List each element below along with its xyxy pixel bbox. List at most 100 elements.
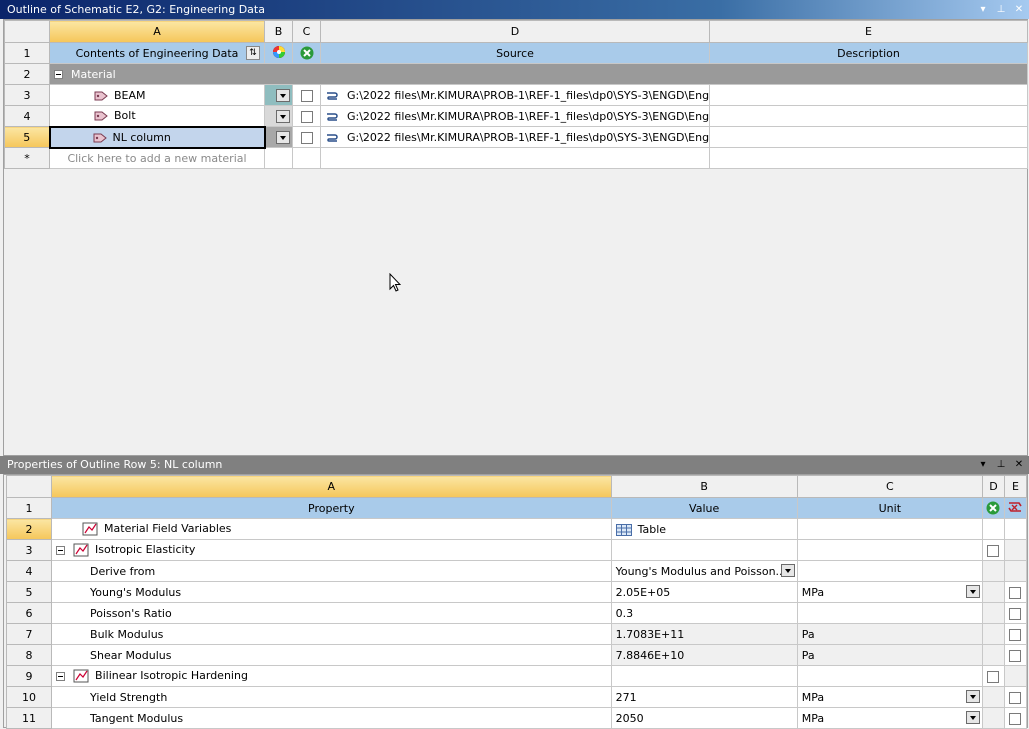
- parameter-checkbox-cell[interactable]: [1003, 686, 1028, 708]
- column-header-a[interactable]: A: [51, 475, 612, 498]
- property-isotropic-elasticity[interactable]: Isotropic Elasticity: [51, 539, 612, 561]
- tangent-modulus-unit-select[interactable]: MPa: [796, 707, 983, 729]
- row-number[interactable]: 3: [5, 539, 53, 561]
- parameter-checkbox[interactable]: [1009, 586, 1022, 599]
- column-header-e[interactable]: E: [1003, 475, 1028, 498]
- parameter-checkbox[interactable]: [1009, 607, 1022, 620]
- suppress-checkbox[interactable]: [300, 131, 313, 144]
- column-header-d[interactable]: D: [320, 20, 710, 43]
- pin-icon[interactable]: ⊥: [995, 456, 1007, 474]
- color-dropdown[interactable]: [264, 126, 293, 148]
- property-yield-strength: Yield Strength: [51, 686, 612, 708]
- value-cell: [610, 665, 798, 687]
- row-number[interactable]: 2: [4, 63, 50, 85]
- suppress-checkbox-cell[interactable]: [981, 665, 1005, 687]
- parameter-checkbox[interactable]: [1009, 649, 1022, 662]
- row-number[interactable]: 10: [5, 686, 53, 708]
- material-row-bolt[interactable]: Bolt: [49, 105, 265, 127]
- derive-from-select[interactable]: Young's Modulus and Poisson...: [610, 560, 798, 582]
- row-number[interactable]: 11: [5, 707, 53, 729]
- suppress-checkbox[interactable]: [300, 110, 313, 123]
- column-header-b[interactable]: B: [610, 475, 798, 498]
- description-cell[interactable]: [709, 105, 1028, 127]
- material-row-nl-column[interactable]: NL column: [48, 125, 266, 149]
- mouse-cursor-icon: [389, 273, 401, 292]
- row-number[interactable]: 6: [5, 602, 53, 624]
- color-dropdown[interactable]: [264, 105, 293, 127]
- column-header-a[interactable]: A: [49, 20, 265, 43]
- suppress-checkbox[interactable]: [300, 89, 313, 102]
- column-header-d[interactable]: D: [981, 475, 1005, 498]
- dropdown-arrow-icon[interactable]: [965, 690, 980, 703]
- suppress-checkbox-cell[interactable]: [981, 539, 1005, 561]
- tangent-modulus-value[interactable]: 2050: [610, 707, 798, 729]
- row-number[interactable]: 4: [5, 560, 53, 582]
- dropdown-arrow-icon[interactable]: [276, 109, 290, 123]
- row-number[interactable]: 8: [5, 644, 53, 666]
- column-header-c[interactable]: C: [292, 20, 321, 43]
- parameter-icon: [1003, 497, 1028, 519]
- column-header-b[interactable]: B: [264, 20, 293, 43]
- parameter-checkbox[interactable]: [1009, 712, 1022, 725]
- row-number[interactable]: 9: [5, 665, 53, 687]
- color-dropdown[interactable]: [264, 84, 293, 106]
- property-bilinear-isotropic-hardening[interactable]: Bilinear Isotropic Hardening: [51, 665, 612, 687]
- e-cell: [1003, 665, 1028, 687]
- material-row-beam[interactable]: BEAM: [49, 84, 265, 106]
- row-number[interactable]: 5: [5, 581, 53, 603]
- contents-header[interactable]: Contents of Engineering Data ⇅: [49, 42, 265, 64]
- property-material-field-variables[interactable]: Material Field Variables: [51, 518, 612, 540]
- collapse-icon[interactable]: [54, 70, 63, 79]
- parameter-checkbox-cell[interactable]: [1003, 707, 1028, 729]
- close-icon[interactable]: ✕: [1013, 0, 1025, 19]
- dropdown-arrow-icon[interactable]: [780, 564, 795, 577]
- suppress-checkbox[interactable]: [987, 544, 1000, 557]
- parameter-checkbox-cell[interactable]: [1003, 602, 1028, 624]
- dropdown-arrow-icon[interactable]: [276, 130, 290, 144]
- row-number[interactable]: 3: [4, 84, 50, 106]
- dropdown-arrow-icon[interactable]: [965, 585, 980, 598]
- empty-cell: [292, 147, 321, 169]
- link-icon: [327, 91, 338, 100]
- description-cell[interactable]: [709, 84, 1028, 106]
- sort-icon[interactable]: ⇅: [246, 46, 260, 60]
- dropdown-arrow-icon[interactable]: [965, 711, 980, 724]
- parameter-checkbox-cell[interactable]: [1003, 623, 1028, 645]
- row-number[interactable]: 2: [5, 518, 53, 540]
- parameter-checkbox-cell[interactable]: [1003, 644, 1028, 666]
- value-cell[interactable]: Table: [610, 518, 798, 540]
- yield-strength-unit-select[interactable]: MPa: [796, 686, 983, 708]
- youngs-modulus-unit-select[interactable]: MPa: [796, 581, 983, 603]
- suppress-checkbox[interactable]: [987, 670, 1000, 683]
- link-icon: [327, 133, 338, 142]
- parameter-checkbox[interactable]: [1009, 628, 1022, 641]
- dropdown-arrow-icon[interactable]: [276, 88, 290, 102]
- row-number[interactable]: *: [4, 147, 50, 169]
- row-number[interactable]: 5: [4, 126, 50, 148]
- description-cell[interactable]: [709, 126, 1028, 148]
- d-cell: [981, 518, 1005, 540]
- collapse-icon[interactable]: [56, 545, 66, 555]
- pane-menu-icon[interactable]: ▾: [977, 456, 989, 474]
- suppress-checkbox-cell[interactable]: [292, 84, 321, 106]
- suppress-checkbox-cell[interactable]: [292, 105, 321, 127]
- add-material-cell[interactable]: Click here to add a new material: [49, 147, 265, 169]
- pin-icon[interactable]: ⊥: [995, 0, 1007, 19]
- suppress-checkbox-cell[interactable]: [292, 126, 321, 148]
- parameter-checkbox-cell[interactable]: [1003, 581, 1028, 603]
- column-header-c[interactable]: C: [796, 475, 983, 498]
- source-cell: G:\2022 files\Mr.KIMURA\PROB-1\REF-1_fil…: [320, 126, 710, 148]
- parameter-checkbox[interactable]: [1009, 691, 1022, 704]
- youngs-modulus-value[interactable]: 2.05E+05: [610, 581, 798, 603]
- yield-strength-value[interactable]: 271: [610, 686, 798, 708]
- collapse-icon[interactable]: [56, 671, 66, 681]
- row-number[interactable]: 1: [4, 42, 50, 64]
- close-icon[interactable]: ✕: [1013, 456, 1025, 474]
- poissons-ratio-value[interactable]: 0.3: [610, 602, 798, 624]
- material-group-row[interactable]: Material: [49, 63, 1028, 85]
- row-number[interactable]: 4: [4, 105, 50, 127]
- row-number[interactable]: 1: [5, 497, 53, 519]
- row-number[interactable]: 7: [5, 623, 53, 645]
- pane-menu-icon[interactable]: ▾: [977, 0, 989, 19]
- column-header-e[interactable]: E: [709, 20, 1028, 43]
